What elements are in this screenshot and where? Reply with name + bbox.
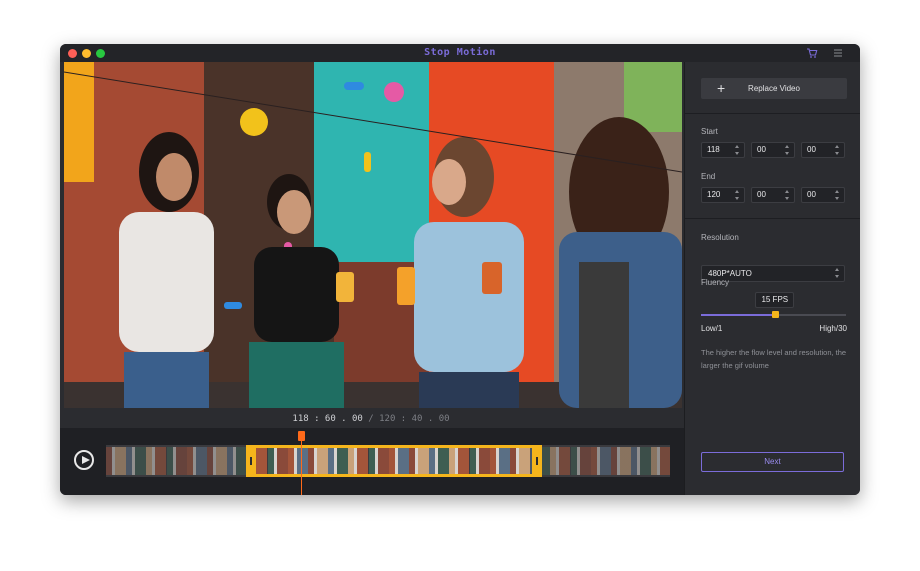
replace-video-label: Replace Video [748, 84, 800, 93]
trim-selection[interactable] [246, 445, 542, 477]
end-label: End [701, 172, 716, 181]
window-title: Stop Motion [424, 47, 496, 58]
timeline [60, 428, 684, 495]
end-hours-value: 120 [707, 190, 721, 199]
settings-panel: + Replace Video Start 118 00 00 End 120 … [684, 62, 860, 495]
frame-thumbnail [227, 447, 248, 475]
frame-thumbnail [207, 447, 227, 475]
frame-thumbnail [651, 447, 670, 475]
end-minutes-value: 00 [757, 190, 766, 199]
fluency-slider[interactable] [701, 311, 846, 318]
frame-thumbnail [146, 447, 167, 475]
hamburger-menu-icon[interactable] [831, 46, 845, 60]
stepper-icon[interactable] [835, 190, 840, 200]
title-bar: Stop Motion [60, 44, 860, 62]
replace-video-button[interactable]: + Replace Video [701, 78, 847, 99]
frame-thumbnail [106, 447, 126, 475]
end-seconds-field[interactable]: 00 [801, 187, 845, 203]
start-seconds-value: 00 [807, 145, 816, 154]
video-preview[interactable] [64, 62, 682, 408]
start-minutes-value: 00 [757, 145, 766, 154]
end-hours-field[interactable]: 120 [701, 187, 745, 203]
slider-thumb[interactable] [771, 311, 779, 318]
start-seconds-field[interactable]: 00 [801, 142, 845, 158]
trim-end-handle[interactable] [532, 445, 542, 477]
start-label: Start [701, 127, 718, 136]
stepper-icon[interactable] [735, 190, 740, 200]
playhead-line [301, 432, 302, 495]
divider [685, 113, 860, 114]
plus-icon: + [717, 80, 726, 96]
stepper-icon[interactable] [785, 145, 790, 155]
low-label: Low/1 [701, 324, 723, 333]
frame-thumbnail [570, 447, 591, 475]
frame-thumbnail [166, 447, 187, 475]
start-hours-value: 118 [707, 145, 720, 154]
current-time: 118 : 60 . 00 [292, 414, 363, 424]
frame-thumbnail [611, 447, 631, 475]
start-hours-field[interactable]: 118 [701, 142, 745, 158]
next-button[interactable]: Next [701, 452, 844, 472]
time-separator: / [362, 414, 380, 424]
divider [685, 218, 860, 219]
fps-tooltip: 15 FPS [755, 292, 795, 308]
frame-thumbnail [550, 447, 571, 475]
frame-thumbnail [590, 447, 611, 475]
stepper-icon[interactable] [735, 145, 740, 155]
playhead-handle[interactable] [298, 431, 305, 441]
slider-fill [701, 314, 775, 316]
frame-thumbnail [631, 447, 652, 475]
frame-thumbnail [126, 447, 147, 475]
play-button[interactable] [74, 450, 94, 470]
end-minutes-field[interactable]: 00 [751, 187, 795, 203]
high-label: High/30 [819, 324, 847, 333]
fluency-note: The higher the flow level and resolution… [701, 348, 847, 370]
app-window: Stop Motion 118: 60 . 00 / 120: 40 . 0… [60, 44, 860, 495]
trim-start-handle[interactable] [246, 445, 256, 477]
chevron-updown-icon [835, 268, 840, 278]
total-time: 120 : 40 . 00 [379, 414, 450, 424]
cart-icon[interactable] [805, 46, 819, 60]
end-seconds-value: 00 [807, 190, 816, 199]
stepper-icon[interactable] [835, 145, 840, 155]
resolution-label: Resolution [701, 233, 739, 242]
fluency-label: Fluency [701, 278, 730, 287]
stepper-icon[interactable] [785, 190, 790, 200]
start-minutes-field[interactable]: 00 [751, 142, 795, 158]
resolution-value: 480P*AUTO [708, 269, 752, 278]
frame-thumbnail [186, 447, 207, 475]
time-display: 118 : 60 . 00 / 120 : 40 . 00 [60, 414, 682, 424]
